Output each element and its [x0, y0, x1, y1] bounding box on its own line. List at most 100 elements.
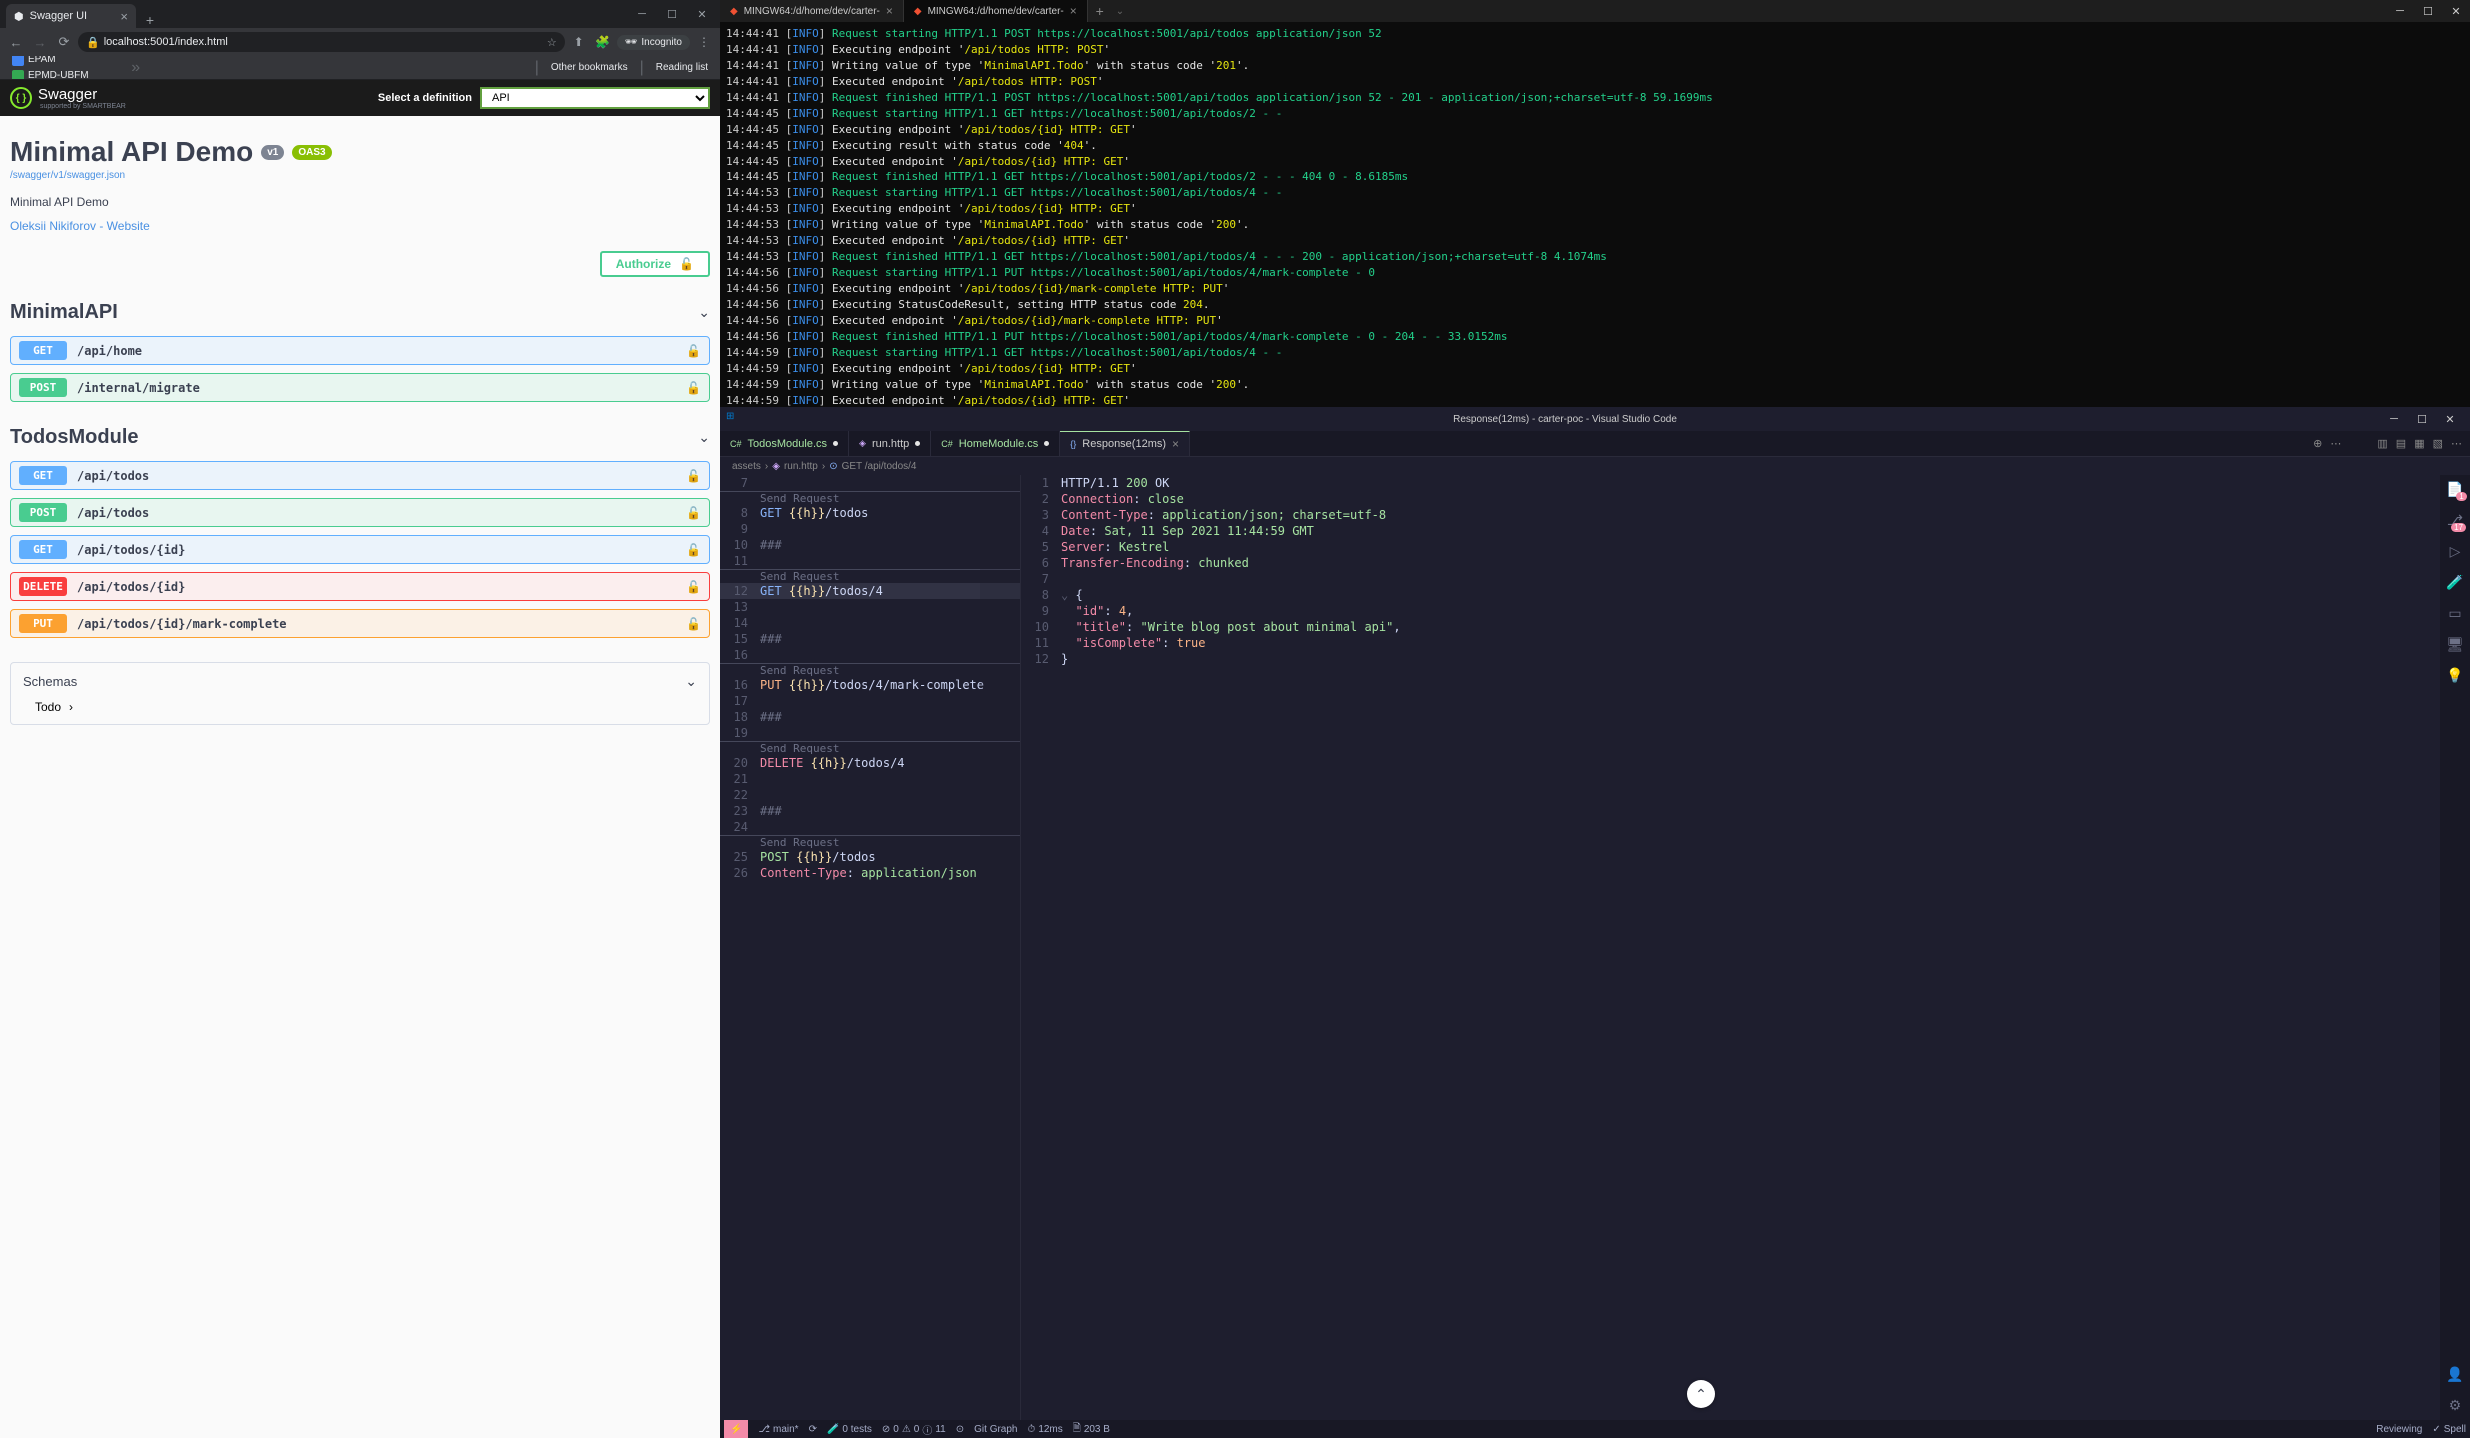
maximize-icon[interactable]: ☐ [2414, 0, 2442, 22]
breadcrumb[interactable]: assets› ◈run.http› ⊙GET /api/todos/4 [720, 457, 2470, 475]
address-bar[interactable]: 🔒 localhost:5001/index.html ☆ [78, 32, 565, 52]
schemas-header[interactable]: Schemas ⌄ [23, 673, 697, 690]
tests-indicator[interactable]: 🧪 0 tests [827, 1424, 872, 1435]
close-icon[interactable]: × [1070, 4, 1077, 18]
opblock-post[interactable]: POST/api/todos🔓 [10, 498, 710, 527]
definition-select[interactable]: API [480, 87, 710, 109]
remote-icon[interactable]: 🖥 [2446, 636, 2464, 653]
bookmark-item[interactable]: EPMD-UBFM [6, 68, 127, 81]
maximize-icon[interactable]: ☐ [658, 4, 686, 24]
schema-item[interactable]: Todo › [23, 700, 697, 714]
send-request-codelens[interactable]: Send Request [720, 741, 1020, 755]
authorize-button[interactable]: Authorize 🔓 [600, 251, 710, 277]
send-request-codelens[interactable]: Send Request [720, 663, 1020, 677]
forward-icon[interactable]: → [30, 32, 50, 52]
book-icon[interactable]: ▭ [2448, 605, 2461, 622]
opblock-put[interactable]: PUT/api/todos/{id}/mark-complete🔓 [10, 609, 710, 638]
send-request-codelens[interactable]: Send Request [720, 491, 1020, 505]
minimize-icon[interactable]: ─ [628, 4, 656, 24]
more-icon[interactable]: ⋯ [2330, 437, 2341, 450]
split-icon[interactable]: ▦ [2414, 437, 2424, 450]
sync-indicator[interactable]: ⟳ [809, 1424, 817, 1435]
lock-icon: 🔓 [686, 617, 701, 631]
timing-indicator[interactable]: ⏱ 12ms [1028, 1424, 1063, 1435]
editor-run-http[interactable]: 7Send Request8GET {{h}}/todos910###11Sen… [720, 475, 1020, 1420]
minimap[interactable] [980, 475, 1020, 1420]
close-icon[interactable]: ✕ [2436, 407, 2464, 431]
reload-icon[interactable]: ⟳ [54, 32, 74, 52]
overflow-icon[interactable]: ⊕ [2313, 437, 2322, 450]
remote-indicator[interactable]: ⚡ [724, 1420, 748, 1438]
bookmarks-bar: MenuLearngitMicrosoft Office Ho...EPAMEP… [0, 56, 720, 80]
spec-link[interactable]: /swagger/v1/swagger.json [10, 170, 710, 181]
spell-indicator[interactable]: ✓ Spell [2432, 1424, 2466, 1435]
git-icon: ◆ [914, 6, 922, 17]
problems-indicator[interactable]: ⊘ 0 ⚠ 0 ⓘ 11 [882, 1422, 946, 1437]
chrome-titlebar: ⬢ Swagger UI × + ─ ☐ ✕ [0, 0, 720, 28]
opblock-post[interactable]: POST/internal/migrate🔓 [10, 373, 710, 402]
maximize-icon[interactable]: ☐ [2408, 407, 2436, 431]
minimize-icon[interactable]: ─ [2380, 407, 2408, 431]
files-icon[interactable]: 📄1 [2446, 481, 2463, 498]
light-icon[interactable]: 💡 [2446, 667, 2463, 684]
api-title: Minimal API Demo v1 OAS3 [10, 136, 710, 168]
back-icon[interactable]: ← [6, 32, 26, 52]
branch-indicator[interactable]: ⎇ main* [758, 1424, 798, 1435]
editor-tab[interactable]: ◈run.http [849, 431, 931, 456]
editor-tab[interactable]: C#TodosModule.cs [720, 431, 849, 456]
split-icon[interactable]: ▤ [2396, 437, 2406, 450]
terminal-tab-active[interactable]: ◆ MINGW64:/d/home/dev/carter- × [904, 0, 1088, 22]
scroll-top-button[interactable]: ⌃ [1687, 1380, 1715, 1408]
size-indicator[interactable]: 🗎 203 B [1073, 1421, 1110, 1438]
api-description: Minimal API Demo [10, 195, 710, 209]
new-terminal-tab[interactable]: + [1088, 0, 1112, 22]
chrome-tab[interactable]: ⬢ Swagger UI × [6, 4, 136, 28]
source-control-icon[interactable]: ⎇17 [2447, 512, 2463, 529]
close-icon[interactable]: × [120, 9, 128, 24]
opblock-get[interactable]: GET/api/todos🔓 [10, 461, 710, 490]
editor-tabs: C#TodosModule.cs◈run.httpC#HomeModule.cs… [720, 431, 2470, 457]
terminal-tab[interactable]: ◆ MINGW64:/d/home/dev/carter- × [720, 0, 904, 22]
close-icon[interactable]: × [1172, 437, 1179, 451]
other-bookmarks[interactable]: Other bookmarks [545, 59, 634, 77]
contact-link[interactable]: Oleksii Nikiforov - Website [10, 219, 710, 233]
send-request-codelens[interactable]: Send Request [720, 569, 1020, 583]
bookmark-item[interactable]: EPAM [6, 56, 127, 68]
extensions-icon[interactable]: 🧩 [593, 32, 613, 52]
menu-icon[interactable]: ⋮ [694, 32, 714, 52]
terminal-output[interactable]: 14:44:41 [INFO] Request starting HTTP/1.… [720, 22, 2470, 407]
gitgraph-indicator[interactable]: Git Graph [974, 1424, 1017, 1435]
opblock-get[interactable]: GET/api/todos/{id}🔓 [10, 535, 710, 564]
close-icon[interactable]: ✕ [688, 4, 716, 24]
lock-icon: 🔓 [686, 344, 701, 358]
close-icon[interactable]: × [886, 4, 893, 18]
tag-header[interactable]: TodosModule⌄ [10, 422, 710, 453]
testing-icon[interactable]: 🧪 [2446, 574, 2463, 591]
more-icon[interactable]: ⋯ [2451, 437, 2462, 450]
editor-response[interactable]: 1HTTP/1.1 200 OK2Connection: close3Conte… [1020, 475, 2470, 1420]
editor-tab[interactable]: {}Response(12ms)× [1060, 431, 1190, 456]
send-request-codelens[interactable]: Send Request [720, 835, 1020, 849]
opblock-delete[interactable]: DELETE/api/todos/{id}🔓 [10, 572, 710, 601]
opblock-get[interactable]: GET/api/home🔓 [10, 336, 710, 365]
settings-icon[interactable]: ⚙ [2449, 1397, 2462, 1414]
close-icon[interactable]: ✕ [2442, 0, 2470, 22]
run-icon[interactable]: ▷ [2450, 543, 2461, 560]
live-indicator[interactable]: ⊙ [956, 1424, 964, 1435]
chevron-down-icon: ⌄ [685, 673, 697, 690]
star-icon[interactable]: ☆ [547, 36, 557, 49]
lock-icon: 🔓 [686, 381, 701, 395]
minimize-icon[interactable]: ─ [2386, 0, 2414, 22]
account-icon[interactable]: 👤 [2446, 1366, 2463, 1383]
reading-list[interactable]: Reading list [650, 59, 714, 77]
new-tab-button[interactable]: + [140, 12, 160, 28]
reviewing-indicator[interactable]: Reviewing [2376, 1424, 2422, 1435]
split-icon[interactable]: ▥ [2377, 437, 2387, 450]
editor-tab[interactable]: C#HomeModule.cs [931, 431, 1060, 456]
swagger-topbar: { } Swagger supported by SMARTBEAR Selec… [0, 80, 720, 116]
split-icon[interactable]: ▧ [2433, 437, 2443, 450]
tag-header[interactable]: MinimalAPI⌄ [10, 297, 710, 328]
chrome-toolbar: ← → ⟳ 🔒 localhost:5001/index.html ☆ ⬆ 🧩 … [0, 28, 720, 56]
incognito-icon: 🕶 [625, 37, 638, 48]
update-icon[interactable]: ⬆ [569, 32, 589, 52]
